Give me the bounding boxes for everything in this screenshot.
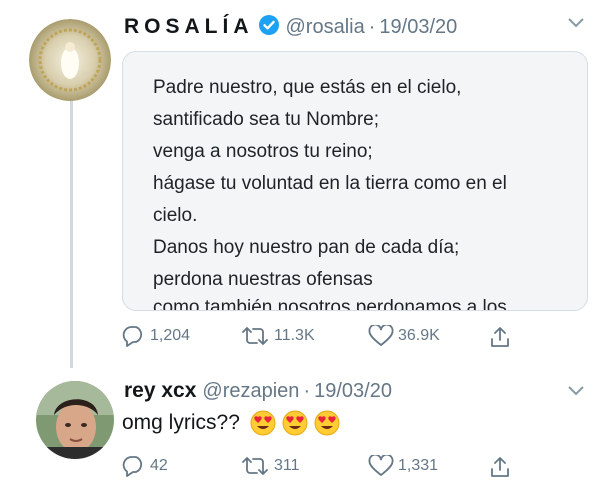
retweet-icon <box>242 457 268 475</box>
lyrics-line: perdona nuestras ofensas <box>153 269 373 290</box>
share-icon <box>491 457 509 477</box>
reply-button[interactable]: 42 <box>122 455 168 477</box>
display-name[interactable]: ROSALÍA <box>124 15 254 39</box>
reply-date[interactable]: 19/03/20 <box>314 380 392 403</box>
handle[interactable]: @rezapien <box>202 380 299 403</box>
rosalia-avatar[interactable] <box>29 19 111 101</box>
heart-icon <box>368 325 394 346</box>
retweet-count: 311 <box>274 457 300 474</box>
retweet-count: 11.3K <box>274 327 315 344</box>
reply-text: omg lyrics?? <box>122 410 340 436</box>
lyrics-line: cielo. <box>153 205 198 226</box>
like-button[interactable]: 1,331 <box>368 455 438 477</box>
thread-connector-line <box>70 100 73 368</box>
rey-xcx-avatar[interactable] <box>36 381 114 459</box>
like-count: 1,331 <box>398 457 439 474</box>
separator-dot: · <box>368 15 376 38</box>
reply-header: rey xcx @rezapien · 19/03/20 <box>124 377 392 405</box>
reply-icon <box>122 456 143 477</box>
chevron-down-icon[interactable] <box>567 384 585 402</box>
lyrics-line: Danos hoy nuestro pan de cada día; <box>153 237 460 258</box>
share-icon <box>491 327 509 347</box>
display-name[interactable]: rey xcx <box>124 379 196 403</box>
handle[interactable]: @rosalia <box>286 16 365 39</box>
tweet-date[interactable]: 19/03/20 <box>379 16 457 39</box>
heart-eyes-emoji <box>250 410 276 436</box>
retweet-icon <box>242 327 268 345</box>
separator-dot: · <box>303 379 311 402</box>
share-button[interactable] <box>488 455 516 479</box>
lyrics-line: santificado sea tu Nombre; <box>153 109 380 130</box>
heart-eyes-emoji <box>314 410 340 436</box>
lyrics-line: venga a nosotros tu reino; <box>153 141 373 162</box>
reply-count: 42 <box>150 457 168 474</box>
tweet-header: ROSALÍA @rosalia · 19/03/20 <box>124 12 457 42</box>
retweet-button[interactable]: 311 <box>240 455 300 477</box>
reply-count: 1,204 <box>150 327 191 344</box>
verified-badge-icon <box>258 14 280 41</box>
reply-action-bar: 42 311 1,331 <box>122 455 542 481</box>
heart-icon <box>368 455 394 476</box>
tweet-action-bar: 1,204 11.3K 36.9K <box>122 325 542 351</box>
lyrics-line: hágase tu voluntad en la tierra como en … <box>153 173 507 194</box>
chevron-down-icon[interactable] <box>567 16 585 34</box>
reply-message: omg lyrics?? <box>122 411 240 434</box>
heart-eyes-emoji <box>282 410 308 436</box>
share-button[interactable] <box>488 325 516 349</box>
like-count: 36.9K <box>398 327 440 344</box>
reply-icon <box>122 326 143 347</box>
reply-button[interactable]: 1,204 <box>122 325 190 347</box>
retweet-button[interactable]: 11.3K <box>240 325 315 347</box>
lyrics-text-box: Padre nuestro, que estás en el cielo, sa… <box>122 51 588 311</box>
lyrics-line: Padre nuestro, que estás en el cielo, <box>153 77 462 98</box>
like-button[interactable]: 36.9K <box>368 325 440 347</box>
lyrics-line: como también nosotros perdonamos a los <box>153 297 507 311</box>
